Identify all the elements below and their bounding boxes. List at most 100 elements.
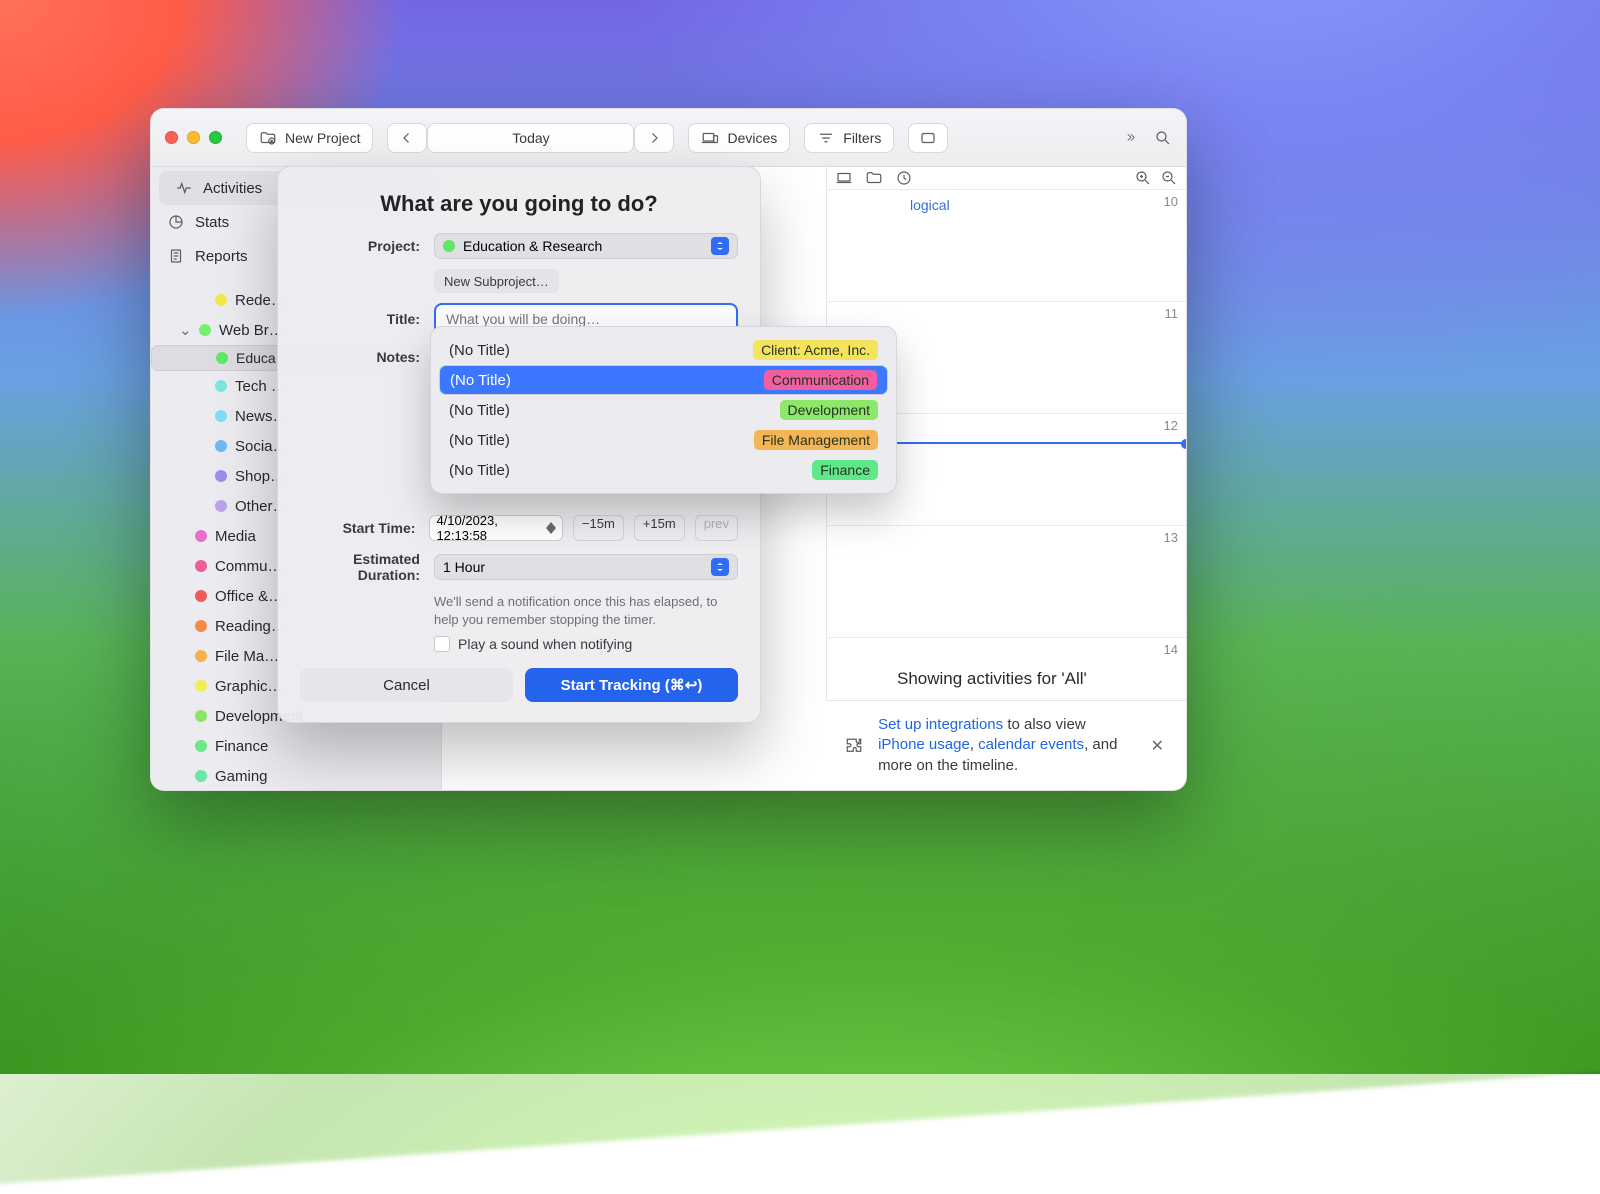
zoom-window-button[interactable] bbox=[209, 131, 222, 144]
sidebar-project-item[interactable]: Finance bbox=[151, 731, 441, 761]
filters-icon bbox=[817, 129, 835, 147]
suggestion-title: (No Title) bbox=[450, 372, 511, 389]
prev-day-button[interactable] bbox=[387, 123, 427, 153]
laptop-icon[interactable] bbox=[835, 169, 853, 187]
suggestion-item[interactable]: (No Title) Communication bbox=[439, 365, 888, 395]
sidebar-tab-label: Stats bbox=[195, 214, 229, 231]
notes-label: Notes: bbox=[300, 345, 434, 365]
step-up-icon[interactable] bbox=[546, 520, 556, 528]
project-color-dot bbox=[195, 560, 207, 572]
duration-select[interactable]: 1 Hour bbox=[434, 554, 738, 580]
select-caret-icon bbox=[711, 237, 729, 255]
suggestion-tag: File Management bbox=[754, 430, 878, 450]
suggestion-title: (No Title) bbox=[449, 462, 510, 479]
link-integrations[interactable]: Set up integrations bbox=[878, 716, 1003, 733]
project-color-dot bbox=[195, 680, 207, 692]
project-label: Finance bbox=[215, 738, 268, 755]
close-promo-button[interactable]: ✕ bbox=[1145, 730, 1170, 762]
puzzle-icon bbox=[843, 730, 864, 762]
today-button[interactable]: Today bbox=[427, 123, 634, 153]
search-icon[interactable] bbox=[1154, 129, 1172, 147]
folder-plus-icon bbox=[259, 129, 277, 147]
project-color-dot bbox=[195, 740, 207, 752]
suggestion-item[interactable]: (No Title) Finance bbox=[439, 455, 888, 485]
chevron-right-icon bbox=[645, 129, 663, 147]
title-suggestions-popover: (No Title) Client: Acme, Inc. (No Title) Co… bbox=[430, 326, 897, 494]
link-calendar-events[interactable]: calendar events bbox=[978, 736, 1084, 753]
new-subproject-chip[interactable]: New Subproject… bbox=[434, 269, 559, 293]
project-label: Office &… bbox=[215, 588, 283, 605]
select-caret-icon bbox=[711, 558, 729, 576]
duration-value: 1 Hour bbox=[443, 559, 485, 575]
window-controls bbox=[165, 131, 222, 144]
minus-15m-button[interactable]: −15m bbox=[573, 515, 624, 541]
project-color-dot bbox=[195, 620, 207, 632]
prev-button[interactable]: prev bbox=[695, 515, 738, 541]
devices-label: Devices bbox=[727, 130, 777, 146]
project-color-dot bbox=[195, 710, 207, 722]
project-color-dot bbox=[195, 590, 207, 602]
toolbar: New Project Today Devices Filters bbox=[151, 109, 1186, 167]
project-label: Reading… bbox=[215, 618, 286, 635]
project-label: Web Br… bbox=[219, 322, 284, 339]
suggestion-item[interactable]: (No Title)Development bbox=[439, 395, 888, 425]
duration-hint: We'll send a notification once this has … bbox=[434, 593, 738, 628]
start-time-value: 4/10/2023, 12:13:58 bbox=[436, 513, 539, 543]
project-color-dot bbox=[195, 530, 207, 542]
sidebar-project-item[interactable]: Gaming bbox=[151, 761, 441, 790]
sidebar-tab-label: Reports bbox=[195, 248, 248, 265]
suggestion-tag: Communication bbox=[764, 370, 877, 390]
dialog-title: What are you going to do? bbox=[300, 191, 738, 217]
timeline-toolbar bbox=[827, 167, 1186, 189]
project-label: Gaming bbox=[215, 768, 268, 785]
project-label: File Ma… bbox=[215, 648, 279, 665]
play-sound-label: Play a sound when notifying bbox=[458, 636, 632, 652]
plus-15m-button[interactable]: +15m bbox=[634, 515, 685, 541]
zoom-out-icon[interactable] bbox=[1160, 169, 1178, 187]
project-label: Graphic… bbox=[215, 678, 283, 695]
chevron-down-icon: ⌄ bbox=[179, 321, 191, 339]
new-project-button[interactable]: New Project bbox=[246, 123, 373, 153]
project-color-dot bbox=[195, 650, 207, 662]
filters-label: Filters bbox=[843, 130, 881, 146]
view-button[interactable] bbox=[908, 123, 948, 153]
overflow-icon[interactable] bbox=[1122, 129, 1140, 147]
cancel-button[interactable]: Cancel bbox=[300, 668, 513, 702]
project-color-dot bbox=[215, 294, 227, 306]
project-color-dot bbox=[215, 500, 227, 512]
clock-icon[interactable] bbox=[895, 169, 913, 187]
zoom-in-icon[interactable] bbox=[1134, 169, 1152, 187]
promo-text-frag: , bbox=[970, 736, 978, 753]
timeline-hour: 13 bbox=[827, 525, 1186, 637]
reports-icon bbox=[167, 247, 185, 265]
filters-button[interactable]: Filters bbox=[804, 123, 894, 153]
suggestion-tag: Client: Acme, Inc. bbox=[753, 340, 878, 360]
suggestion-tag: Finance bbox=[812, 460, 878, 480]
hour-label: 11 bbox=[1165, 306, 1179, 321]
next-day-button[interactable] bbox=[634, 123, 674, 153]
start-tracking-button[interactable]: Start Tracking (⌘↩︎) bbox=[525, 668, 738, 702]
devices-button[interactable]: Devices bbox=[688, 123, 790, 153]
activity-icon bbox=[175, 179, 193, 197]
suggestion-title: (No Title) bbox=[449, 342, 510, 359]
step-down-icon[interactable] bbox=[546, 528, 556, 536]
link-iphone-usage[interactable]: iPhone usage bbox=[878, 736, 970, 753]
suggestion-item[interactable]: (No Title)File Management bbox=[439, 425, 888, 455]
project-select[interactable]: Education & Research bbox=[434, 233, 738, 259]
hour-label: 12 bbox=[1164, 418, 1178, 433]
window-icon bbox=[919, 129, 937, 147]
duration-label: Estimated Duration: bbox=[300, 551, 434, 583]
minimize-window-button[interactable] bbox=[187, 131, 200, 144]
folder-icon[interactable] bbox=[865, 169, 883, 187]
today-label: Today bbox=[512, 130, 549, 146]
suggestion-title: (No Title) bbox=[449, 402, 510, 419]
close-window-button[interactable] bbox=[165, 131, 178, 144]
start-time-stepper[interactable]: 4/10/2023, 12:13:58 bbox=[429, 515, 562, 541]
project-color-dot bbox=[215, 410, 227, 422]
promo-text: Set up integrations to also view iPhone … bbox=[878, 715, 1131, 776]
suggestion-item[interactable]: (No Title) Client: Acme, Inc. bbox=[439, 335, 888, 365]
sidebar-tab-label: Activities bbox=[203, 180, 262, 197]
play-sound-checkbox[interactable] bbox=[434, 636, 450, 652]
title-label: Title: bbox=[300, 311, 434, 327]
chevron-left-icon bbox=[398, 129, 416, 147]
